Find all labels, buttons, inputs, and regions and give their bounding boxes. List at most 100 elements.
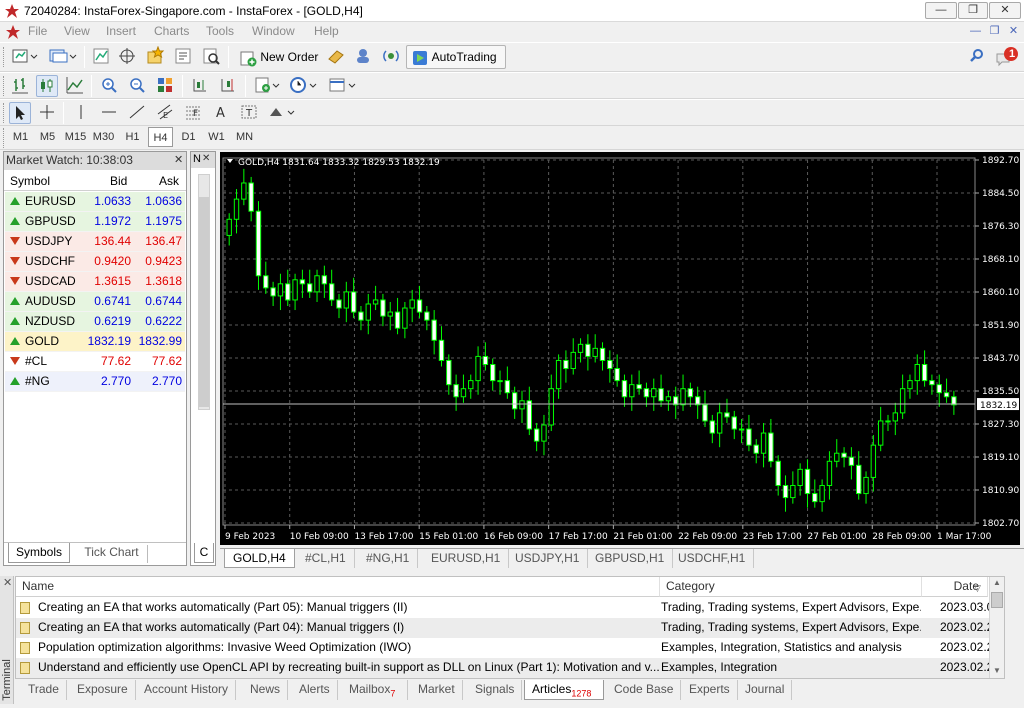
menu-view[interactable]: View	[64, 24, 90, 38]
candlestick-chart-button[interactable]	[36, 75, 58, 97]
toolbar-grip[interactable]	[3, 128, 6, 148]
scrollbar-thumb[interactable]	[991, 592, 1003, 608]
tab-account-history[interactable]: Account History	[137, 680, 237, 700]
tab-experts[interactable]: Experts	[682, 680, 738, 700]
zoom-in-button[interactable]	[98, 75, 120, 97]
close-icon[interactable]: ✕	[3, 576, 12, 589]
tab-news[interactable]: News	[243, 680, 289, 700]
mdi-close-button[interactable]: ✕	[1005, 24, 1022, 40]
navigator-button[interactable]	[144, 45, 166, 68]
article-row[interactable]: Creating an EA that works automatically …	[16, 618, 1004, 638]
autotrading-button[interactable]: AutoTrading	[406, 45, 506, 69]
metaeditor-button[interactable]	[325, 46, 347, 68]
tile-windows-button[interactable]	[154, 75, 176, 97]
name-column-header[interactable]: Name	[16, 577, 660, 597]
toolbar-grip[interactable]	[3, 103, 6, 123]
cursor-button[interactable]	[9, 102, 31, 124]
indicators-button[interactable]	[252, 75, 282, 97]
tf-m30[interactable]: M30	[91, 127, 116, 147]
price-chart[interactable]: 1892.70 1884.50 1876.30 1868.10 1860.10 1851.…	[220, 152, 1020, 545]
tf-h4[interactable]: H4	[148, 127, 173, 147]
tab-trade[interactable]: Trade	[21, 680, 67, 700]
auto-scroll-button[interactable]	[217, 75, 239, 97]
fibonacci-button[interactable]: F	[182, 102, 204, 124]
symbol-row[interactable]: AUDUSD 0.6741 0.6744	[5, 292, 185, 312]
trendline-button[interactable]	[126, 102, 148, 124]
chart-tab-gbpusd-h1[interactable]: GBPUSD,H1	[587, 549, 674, 568]
symbol-row[interactable]: #NG 2.770 2.770	[5, 372, 185, 392]
data-window-button[interactable]	[116, 46, 138, 68]
tf-m1[interactable]: M1	[8, 127, 33, 147]
arrows-button[interactable]	[264, 102, 298, 124]
minimize-button[interactable]: —	[925, 2, 957, 19]
tab-articles[interactable]: Articles1278	[524, 680, 604, 700]
vertical-line-button[interactable]	[70, 102, 92, 124]
symbol-row[interactable]: EURUSD 1.0633 1.0636	[5, 192, 185, 212]
chart-window-icon[interactable]	[5, 24, 21, 40]
menu-tools[interactable]: Tools	[206, 24, 234, 38]
menu-insert[interactable]: Insert	[106, 24, 136, 38]
navigator-tab[interactable]: C	[194, 543, 214, 563]
signals-button[interactable]	[352, 46, 374, 68]
symbol-row[interactable]: GBPUSD 1.1972 1.1975	[5, 212, 185, 232]
new-order-button[interactable]: New Order	[234, 45, 320, 69]
restore-button[interactable]: ❐	[958, 2, 988, 19]
chart-shift-button[interactable]	[189, 75, 211, 97]
tab-market[interactable]: Market	[411, 680, 463, 700]
toolbar-grip[interactable]	[3, 47, 6, 67]
articles-scrollbar[interactable]: ▲ ▼	[989, 577, 1004, 678]
terminal-button[interactable]	[172, 46, 194, 68]
chart-tab-eurusd-h1[interactable]: EURUSD,H1	[423, 549, 510, 568]
tf-m15[interactable]: M15	[63, 127, 88, 147]
menu-file[interactable]: File	[28, 24, 47, 38]
line-chart-button[interactable]	[64, 75, 86, 97]
tf-mn[interactable]: MN	[232, 127, 257, 147]
text-label-button[interactable]: T	[238, 102, 260, 124]
tab-exposure[interactable]: Exposure	[70, 680, 136, 700]
chart-tab-ng-h1[interactable]: #NG,H1	[358, 549, 419, 568]
bar-chart-button[interactable]	[9, 75, 31, 97]
symbol-row[interactable]: USDCHF 0.9420 0.9423	[5, 252, 185, 272]
chart-tab-gold-h4[interactable]: GOLD,H4	[224, 549, 295, 568]
symbol-row[interactable]: USDJPY 136.44 136.47	[5, 232, 185, 252]
periods-button[interactable]	[286, 75, 320, 97]
crosshair-button[interactable]	[36, 102, 58, 124]
close-button[interactable]: ✕	[989, 2, 1021, 19]
chart-tab-cl-h1[interactable]: #CL,H1	[297, 549, 355, 568]
search-button[interactable]	[966, 46, 988, 68]
vps-button[interactable]	[380, 46, 402, 68]
menu-help[interactable]: Help	[314, 24, 339, 38]
close-icon[interactable]: ✕	[202, 153, 210, 164]
symbol-row[interactable]: #CL 77.62 77.62	[5, 352, 185, 372]
zoom-out-button[interactable]	[126, 75, 148, 97]
menu-window[interactable]: Window	[252, 24, 295, 38]
article-row[interactable]: Creating an EA that works automatically …	[16, 598, 1004, 618]
tf-d1[interactable]: D1	[176, 127, 201, 147]
horizontal-line-button[interactable]	[98, 102, 120, 124]
symbol-column-header[interactable]: Symbol	[10, 174, 50, 188]
ask-column-header[interactable]: Ask	[159, 174, 179, 188]
scrollbar-thumb[interactable]	[199, 197, 209, 407]
tf-h1[interactable]: H1	[120, 127, 145, 147]
equidistant-channel-button[interactable]: E	[154, 102, 176, 124]
article-row[interactable]: Understand and efficiently use OpenCL AP…	[16, 658, 1004, 678]
market-watch-button[interactable]	[90, 46, 112, 68]
notifications-button[interactable]: 1	[994, 46, 1020, 68]
chart-dropdown-icon[interactable]	[227, 159, 233, 163]
new-chart-button[interactable]	[9, 46, 43, 68]
article-row[interactable]: Population optimization algorithms: Inva…	[16, 638, 1004, 658]
toolbar-grip[interactable]	[3, 76, 6, 96]
candlestick-chart[interactable]: 1892.70 1884.50 1876.30 1868.10 1860.10 1851.…	[220, 152, 1020, 545]
scroll-up-icon[interactable]: ▲	[993, 578, 1001, 587]
chart-tab-usdjpy-h1[interactable]: USDJPY,H1	[507, 549, 589, 568]
symbol-row[interactable]: USDCAD 1.3615 1.3618	[5, 272, 185, 292]
close-icon[interactable]: ✕	[174, 153, 183, 166]
tab-tick-chart[interactable]: Tick Chart	[76, 545, 148, 563]
category-column-header[interactable]: Category	[660, 577, 922, 597]
menu-charts[interactable]: Charts	[154, 24, 189, 38]
mdi-minimize-button[interactable]: —	[967, 24, 984, 40]
scroll-down-icon[interactable]: ▼	[993, 666, 1001, 675]
bid-column-header[interactable]: Bid	[110, 174, 127, 188]
text-button[interactable]: A	[210, 102, 232, 124]
profiles-button[interactable]	[46, 46, 80, 68]
